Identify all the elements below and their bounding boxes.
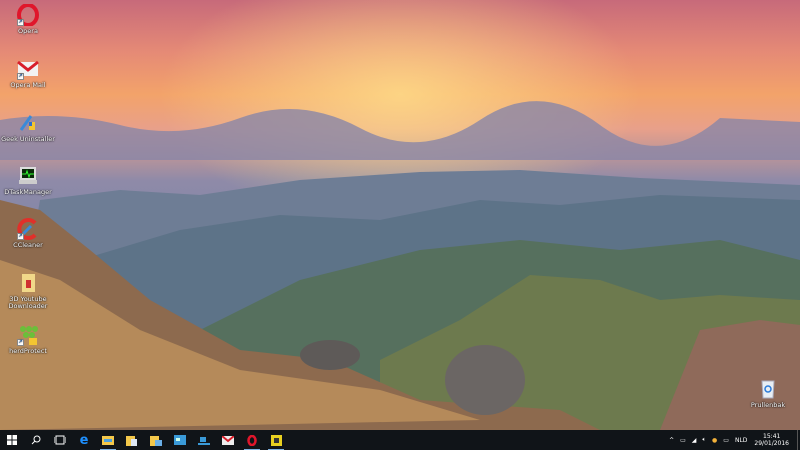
- desktop-icon-herdprotect[interactable]: ↗ herdProtect: [0, 324, 56, 355]
- task-view-button[interactable]: [48, 430, 72, 450]
- edge-icon: e: [79, 432, 89, 448]
- search-button[interactable]: [24, 430, 48, 450]
- opera-icon: [247, 434, 257, 446]
- battery-icon[interactable]: ▭: [680, 437, 686, 444]
- recycle-bin-icon: [757, 378, 779, 400]
- desktop-wallpaper: [0, 0, 800, 430]
- system-tray: ^ ▭ ◢ 🔈︎ ● ▭ NLD 15:41 29/01/2016: [666, 430, 800, 450]
- clock-date: 29/01/2016: [754, 440, 789, 447]
- taskbar-control-panel[interactable]: [168, 430, 192, 450]
- downloader-icon: [17, 272, 39, 294]
- taskbar-file-explorer[interactable]: [96, 430, 120, 450]
- clock-time: 15:41: [763, 433, 781, 440]
- desktop-icon-3d-youtube-downloader[interactable]: 3D Youtube Downloader: [0, 272, 56, 310]
- herdprotect-icon: ↗: [17, 324, 39, 346]
- desktop-icon-recycle-bin[interactable]: Prullenbak: [740, 378, 796, 409]
- language-indicator[interactable]: NLD: [735, 437, 747, 444]
- mail-icon: [222, 435, 234, 445]
- desktop-icon-label: Prullenbak: [750, 401, 786, 409]
- weather-icon[interactable]: ●: [712, 437, 717, 444]
- clock[interactable]: 15:41 29/01/2016: [754, 433, 789, 447]
- shortcut-arrow-icon: ↗: [17, 73, 24, 80]
- shortcut-arrow-icon: ↗: [17, 339, 24, 346]
- desktop-icon-label: Geek Uninstaller: [1, 135, 55, 143]
- task-view-icon: [54, 435, 66, 445]
- taskbar-edge[interactable]: e: [72, 430, 96, 450]
- taskbar-pictures[interactable]: [144, 430, 168, 450]
- desktop-icon-opera-mail[interactable]: ↗ Opera Mail: [0, 58, 56, 89]
- control-panel-icon: [174, 435, 186, 445]
- desktop-icon-label: Opera: [18, 27, 38, 35]
- taskbar-network[interactable]: [192, 430, 216, 450]
- mail-icon: ↗: [17, 58, 39, 80]
- pictures-folder-icon: [150, 435, 162, 446]
- action-center-icon[interactable]: ▭: [723, 437, 729, 444]
- taskbar-dtaskmanager[interactable]: [264, 430, 288, 450]
- taskbar-documents[interactable]: [120, 430, 144, 450]
- desktop-icon-ccleaner[interactable]: ↗ CCleaner: [0, 218, 56, 249]
- folder-icon: [102, 436, 114, 445]
- geek-uninstaller-icon: [17, 112, 39, 134]
- shortcut-arrow-icon: ↗: [17, 233, 24, 240]
- desktop-icon-label: DTaskManager: [4, 188, 52, 196]
- show-hidden-icons-chevron-up-icon[interactable]: ^: [669, 437, 674, 444]
- ccleaner-icon: ↗: [17, 218, 39, 240]
- shortcut-arrow-icon: ↗: [17, 19, 24, 26]
- opera-icon: ↗: [17, 3, 39, 27]
- desktop-icon-label: Opera Mail: [10, 81, 46, 89]
- desktop-icon-label: 3D Youtube Downloader: [8, 295, 48, 310]
- desktop-icon-label: herdProtect: [9, 347, 47, 355]
- windows-icon: [7, 435, 17, 445]
- desktop-icon-label: CCleaner: [13, 241, 43, 249]
- documents-folder-icon: [126, 435, 137, 446]
- network-icon: [198, 437, 210, 445]
- taskbar: e ^ ▭ ◢ 🔈︎ ● ▭ NLD 15:41 29/01/2016: [0, 430, 800, 450]
- search-icon: [31, 435, 41, 445]
- taskbar-opera-mail[interactable]: [216, 430, 240, 450]
- desktop-icon-opera[interactable]: ↗ Opera: [0, 3, 56, 35]
- network-signal-icon[interactable]: ◢: [692, 437, 697, 444]
- dtaskmanager-icon: [270, 434, 282, 446]
- volume-icon[interactable]: 🔈︎: [702, 436, 706, 444]
- desktop-icon-geek-uninstaller[interactable]: Geek Uninstaller: [0, 112, 56, 143]
- taskbar-opera[interactable]: [240, 430, 264, 450]
- desktop-icon-dtaskmanager[interactable]: DTaskManager: [0, 165, 56, 196]
- start-button[interactable]: [0, 430, 24, 450]
- task-manager-icon: [17, 165, 39, 187]
